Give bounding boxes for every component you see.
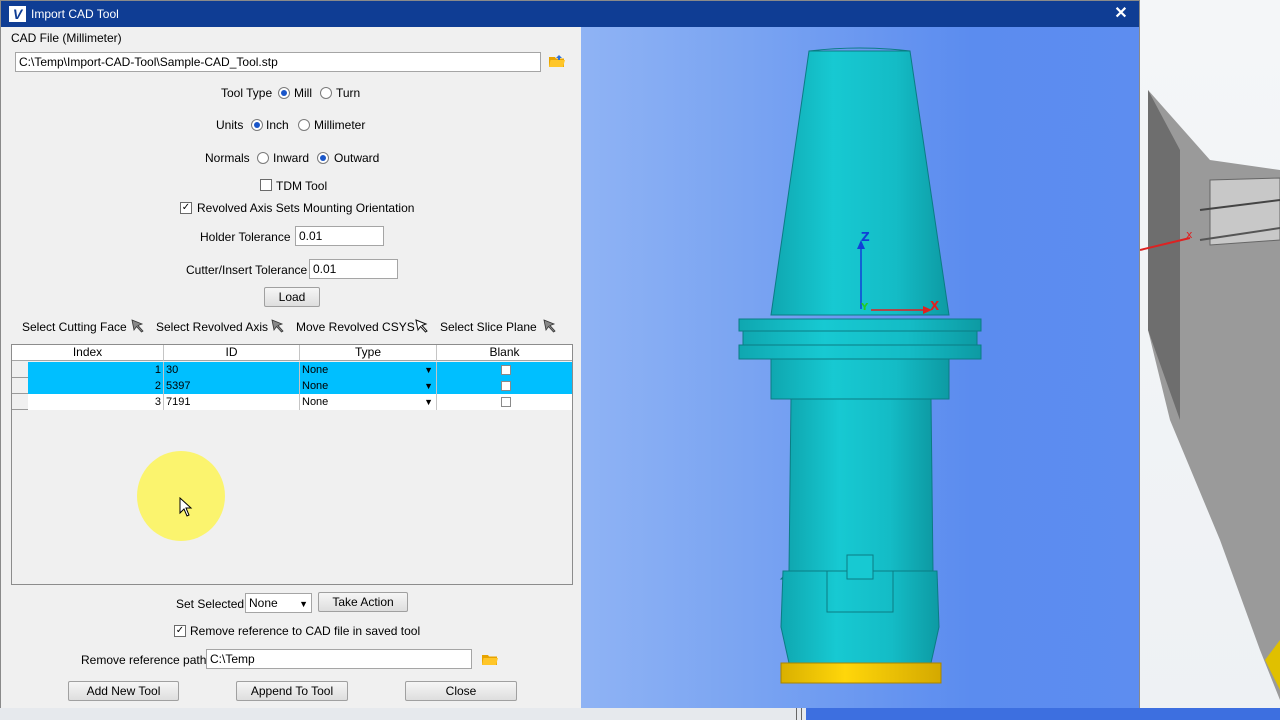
units-inch-radio[interactable] [251, 119, 263, 131]
background-viewport-edge [806, 708, 1280, 720]
revolved-axis-checkbox[interactable]: ✓ [180, 202, 192, 214]
tool-type-label: Tool Type [221, 86, 273, 100]
browse-path-folder-icon[interactable] [482, 653, 498, 666]
column-header-blank[interactable]: Blank [437, 345, 572, 361]
remove-reference-checkbox[interactable]: ✓ [174, 625, 186, 637]
load-button[interactable]: Load [264, 287, 320, 307]
table-row[interactable]: 2 5397 None ▼ [12, 378, 572, 394]
cell-blank [437, 394, 572, 410]
holder-tolerance-input[interactable]: 0.01 [295, 226, 384, 246]
set-selected-value: None [249, 596, 278, 610]
cell-blank [437, 378, 572, 394]
normals-inward-radio[interactable] [257, 152, 269, 164]
select-revolved-axis-label: Select Revolved Axis [156, 320, 269, 334]
select-cutting-face-pointer-icon[interactable] [130, 318, 146, 334]
select-slice-plane-pointer-icon[interactable] [542, 318, 558, 334]
blank-checkbox[interactable] [501, 365, 511, 375]
revolved-axis-label: Revolved Axis Sets Mounting Orientation [197, 201, 415, 215]
cell-id: 5397 [164, 378, 300, 394]
row-handle[interactable] [12, 378, 28, 394]
background-3d-viewport: x [1140, 0, 1280, 720]
normals-inward-label: Inward [273, 151, 310, 165]
normals-outward-label: Outward [334, 151, 380, 165]
move-revolved-csys-label: Move Revolved CSYS [296, 320, 415, 334]
normals-outward-radio[interactable] [317, 152, 329, 164]
axis-x-label: X [930, 299, 940, 313]
cutter-tolerance-input[interactable]: 0.01 [309, 259, 398, 279]
settings-panel: CAD File (Millimeter) C:\Temp\Import-CAD… [1, 27, 581, 708]
cell-type-value: None [302, 396, 329, 408]
close-window-button[interactable]: ✕ [1111, 4, 1131, 24]
title-bar[interactable]: V Import CAD Tool ✕ [1, 1, 1139, 27]
cell-type-value: None [302, 380, 329, 392]
tool-type-turn-radio[interactable] [320, 87, 332, 99]
set-selected-label: Set Selected [176, 597, 245, 611]
column-header-index[interactable]: Index [12, 345, 164, 361]
table-row[interactable]: 3 7191 None ▼ [12, 394, 572, 410]
chevron-down-icon: ▼ [299, 599, 308, 609]
column-header-id[interactable]: ID [164, 345, 300, 361]
table-row[interactable]: 1 30 None ▼ [12, 362, 572, 378]
normals-label: Normals [205, 151, 250, 165]
column-header-type[interactable]: Type [300, 345, 437, 361]
add-new-tool-button[interactable]: Add New Tool [68, 681, 179, 701]
units-inch-label: Inch [266, 118, 289, 132]
tdm-tool-label: TDM Tool [276, 179, 328, 193]
tool-type-mill-radio[interactable] [278, 87, 290, 99]
browse-folder-icon[interactable] [549, 55, 565, 68]
units-label: Units [216, 118, 244, 132]
cell-index: 2 [28, 378, 164, 394]
mouse-pointer-icon [179, 497, 193, 517]
select-slice-plane-label: Select Slice Plane [440, 320, 537, 334]
cad-file-label: CAD File (Millimeter) [11, 31, 122, 45]
units-millimeter-label: Millimeter [314, 118, 366, 132]
app-logo-icon: V [9, 6, 26, 22]
background-tool-render: x [1140, 90, 1280, 700]
cell-type-dropdown[interactable]: None ▼ [300, 394, 437, 410]
blank-checkbox[interactable] [501, 381, 511, 391]
axis-y-label: Y [860, 302, 869, 313]
cutter-tolerance-label: Cutter/Insert Tolerance [186, 263, 308, 277]
holder-tolerance-label: Holder Tolerance [200, 230, 291, 244]
window-title: Import CAD Tool [31, 7, 119, 21]
chevron-down-icon: ▼ [424, 381, 433, 391]
chevron-down-icon: ▼ [424, 365, 433, 375]
cell-index: 1 [28, 362, 164, 378]
cell-type-dropdown[interactable]: None ▼ [300, 362, 437, 378]
background-splitter[interactable] [796, 708, 802, 720]
svg-text:x: x [1186, 228, 1193, 241]
blank-checkbox[interactable] [501, 397, 511, 407]
cell-blank [437, 362, 572, 378]
cell-id: 30 [164, 362, 300, 378]
cell-index: 3 [28, 394, 164, 410]
chevron-down-icon: ▼ [424, 397, 433, 407]
tdm-tool-checkbox[interactable] [260, 179, 272, 191]
cell-id: 7191 [164, 394, 300, 410]
cursor-highlight [137, 451, 225, 541]
cad-file-path-input[interactable]: C:\Temp\Import-CAD-Tool\Sample-CAD_Tool.… [15, 52, 541, 72]
tool-type-turn-label: Turn [336, 86, 361, 100]
units-millimeter-radio[interactable] [298, 119, 310, 131]
take-action-button[interactable]: Take Action [318, 592, 408, 612]
import-cad-tool-dialog: V Import CAD Tool ✕ CAD File (Millimeter… [0, 0, 1140, 708]
move-revolved-csys-pointer-icon[interactable] [414, 318, 430, 334]
remove-reference-path-input[interactable]: C:\Temp [206, 649, 472, 669]
remove-reference-path-label: Remove reference path [81, 653, 207, 667]
select-cutting-face-label: Select Cutting Face [22, 320, 127, 334]
cad-components-table: Index ID Type Blank 1 30 None ▼ 2 5397 No… [11, 344, 573, 585]
row-handle[interactable] [12, 394, 28, 410]
remove-reference-label: Remove reference to CAD file in saved to… [190, 624, 421, 638]
append-to-tool-button[interactable]: Append To Tool [236, 681, 348, 701]
cad-3d-viewport[interactable]: Z X Y [581, 27, 1139, 708]
cell-type-value: None [302, 364, 329, 376]
row-handle[interactable] [12, 362, 28, 378]
close-button[interactable]: Close [405, 681, 517, 701]
cell-type-dropdown[interactable]: None ▼ [300, 378, 437, 394]
select-revolved-axis-pointer-icon[interactable] [270, 318, 286, 334]
tool-holder-model[interactable]: Z X Y [581, 27, 1139, 708]
axis-z-label: Z [861, 230, 870, 244]
tool-type-mill-label: Mill [294, 86, 312, 100]
set-selected-dropdown[interactable]: None ▼ [245, 593, 312, 613]
